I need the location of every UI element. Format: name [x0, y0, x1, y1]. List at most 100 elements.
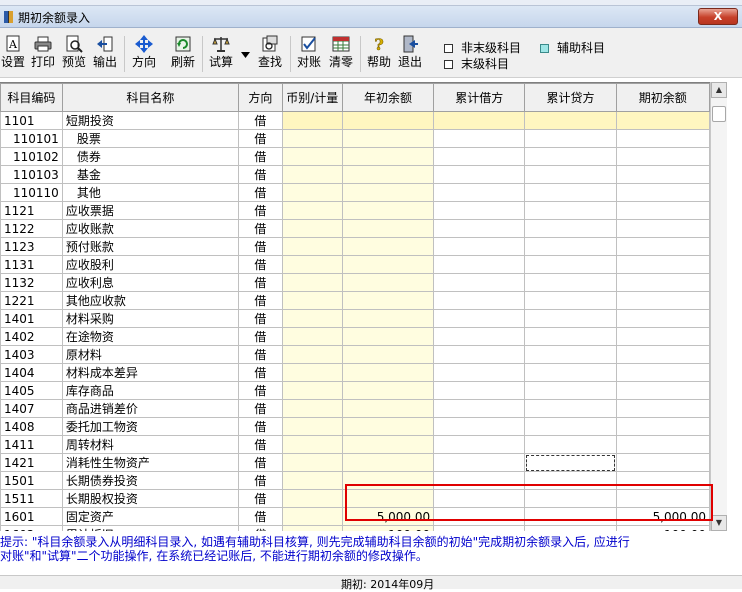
table-row[interactable]: 1131 应收股利借 — [0, 255, 710, 274]
debit-cumulative-cell[interactable] — [433, 471, 526, 490]
account-name-cell[interactable]: 长期股权投资 — [61, 489, 240, 508]
account-code-cell[interactable]: 1132 — [0, 273, 63, 292]
table-row[interactable]: 1407 商品进销差价借 — [0, 399, 710, 418]
table-row[interactable]: 1602累计折旧贷 100.00 100.00 — [0, 525, 710, 531]
credit-cumulative-cell[interactable] — [524, 381, 617, 400]
direction-cell[interactable]: 借 — [238, 507, 283, 526]
account-code-cell[interactable]: 1221 — [0, 291, 63, 310]
table-row[interactable]: 1403 原材料借 — [0, 345, 710, 364]
direction-cell[interactable]: 借 — [238, 489, 283, 508]
debit-cumulative-cell[interactable] — [433, 435, 526, 454]
table-row[interactable]: 110103 基金借 — [0, 165, 710, 184]
credit-cumulative-cell[interactable] — [524, 399, 617, 418]
currency-cell[interactable] — [281, 435, 343, 454]
account-code-cell[interactable]: 1101 — [0, 111, 63, 130]
year-opening-cell[interactable] — [341, 111, 435, 130]
opening-balance-cell[interactable] — [615, 201, 710, 220]
direction-cell[interactable]: 借 — [238, 129, 283, 148]
account-code-cell[interactable]: 110102 — [0, 147, 63, 166]
table-row[interactable]: 1221 其他应收款借 — [0, 291, 710, 310]
currency-cell[interactable] — [281, 237, 343, 256]
year-opening-cell[interactable] — [341, 273, 435, 292]
debit-cumulative-cell[interactable] — [433, 201, 526, 220]
currency-cell[interactable] — [281, 291, 343, 310]
year-opening-cell[interactable]: 5,000.00 — [341, 507, 435, 526]
table-row[interactable]: 1601 固定资产借 5,000.00 5,000.00 — [0, 507, 710, 526]
currency-cell[interactable] — [281, 129, 343, 148]
credit-cumulative-cell[interactable] — [524, 111, 617, 130]
year-opening-cell[interactable] — [341, 435, 435, 454]
vertical-scrollbar[interactable]: ▲ ▼ — [710, 82, 727, 531]
currency-cell[interactable] — [281, 363, 343, 382]
account-code-cell[interactable]: 1402 — [0, 327, 63, 346]
account-name-cell[interactable]: 消耗性生物资产 — [61, 453, 240, 472]
account-code-cell[interactable]: 1123 — [0, 237, 63, 256]
column-header[interactable]: 累计借方 — [433, 83, 526, 112]
year-opening-cell[interactable] — [341, 327, 435, 346]
account-name-cell[interactable]: 在途物资 — [61, 327, 240, 346]
opening-balance-cell[interactable] — [615, 327, 710, 346]
debit-cumulative-cell[interactable] — [433, 291, 526, 310]
direction-cell[interactable]: 借 — [238, 237, 283, 256]
account-code-cell[interactable]: 1602 — [0, 525, 63, 531]
direction-button[interactable]: 方向 — [129, 34, 159, 76]
trial-balance-dropdown[interactable] — [239, 34, 251, 76]
currency-cell[interactable] — [281, 219, 343, 238]
close-button[interactable]: X — [698, 8, 738, 25]
opening-balance-cell[interactable] — [615, 399, 710, 418]
column-header[interactable]: 年初余额 — [341, 83, 435, 112]
account-code-cell[interactable]: 1403 — [0, 345, 63, 364]
currency-cell[interactable] — [281, 273, 343, 292]
credit-cumulative-cell[interactable] — [524, 273, 617, 292]
currency-cell[interactable] — [281, 525, 343, 531]
year-opening-cell[interactable] — [341, 291, 435, 310]
account-name-cell[interactable]: 商品进销差价 — [61, 399, 240, 418]
account-name-cell[interactable]: 其他 — [61, 183, 240, 202]
account-name-cell[interactable]: 长期债券投资 — [61, 471, 240, 490]
preview-button[interactable]: 预览 — [60, 34, 88, 76]
debit-cumulative-cell[interactable] — [433, 129, 526, 148]
year-opening-cell[interactable] — [341, 471, 435, 490]
credit-cumulative-cell[interactable] — [524, 129, 617, 148]
scroll-up-arrow-icon[interactable]: ▲ — [711, 82, 727, 98]
debit-cumulative-cell[interactable] — [433, 111, 526, 130]
account-name-cell[interactable]: 委托加工物资 — [61, 417, 240, 436]
debit-cumulative-cell[interactable] — [433, 183, 526, 202]
account-code-cell[interactable]: 1131 — [0, 255, 63, 274]
account-code-cell[interactable]: 1501 — [0, 471, 63, 490]
opening-balance-cell[interactable]: 5,000.00 — [615, 507, 710, 526]
account-name-cell[interactable]: 周转材料 — [61, 435, 240, 454]
year-opening-cell[interactable] — [341, 165, 435, 184]
opening-balance-cell[interactable] — [615, 273, 710, 292]
direction-cell[interactable]: 借 — [238, 219, 283, 238]
account-code-cell[interactable]: 1122 — [0, 219, 63, 238]
currency-cell[interactable] — [281, 381, 343, 400]
opening-balance-cell[interactable] — [615, 219, 710, 238]
credit-cumulative-cell[interactable] — [524, 507, 617, 526]
credit-cumulative-cell[interactable] — [524, 489, 617, 508]
year-opening-cell[interactable] — [341, 399, 435, 418]
direction-cell[interactable]: 借 — [238, 291, 283, 310]
credit-cumulative-cell[interactable] — [524, 237, 617, 256]
table-row[interactable]: 1123 预付账款借 — [0, 237, 710, 256]
opening-balance-cell[interactable] — [615, 111, 710, 130]
year-opening-cell[interactable] — [341, 309, 435, 328]
account-name-cell[interactable]: 材料成本差异 — [61, 363, 240, 382]
account-name-cell[interactable]: 债券 — [61, 147, 240, 166]
year-opening-cell[interactable] — [341, 147, 435, 166]
credit-cumulative-cell[interactable] — [524, 327, 617, 346]
year-opening-cell[interactable] — [341, 363, 435, 382]
credit-cumulative-cell[interactable] — [524, 345, 617, 364]
currency-cell[interactable] — [281, 417, 343, 436]
column-header[interactable]: 科目名称 — [61, 83, 240, 112]
account-code-cell[interactable]: 1404 — [0, 363, 63, 382]
column-header[interactable]: 币别/计量 — [281, 83, 343, 112]
table-row[interactable]: 1408 委托加工物资借 — [0, 417, 710, 436]
year-opening-cell[interactable] — [341, 453, 435, 472]
debit-cumulative-cell[interactable] — [433, 381, 526, 400]
account-code-cell[interactable]: 1121 — [0, 201, 63, 220]
debit-cumulative-cell[interactable] — [433, 219, 526, 238]
direction-cell[interactable]: 借 — [238, 255, 283, 274]
account-code-cell[interactable]: 1401 — [0, 309, 63, 328]
direction-cell[interactable]: 借 — [238, 111, 283, 130]
